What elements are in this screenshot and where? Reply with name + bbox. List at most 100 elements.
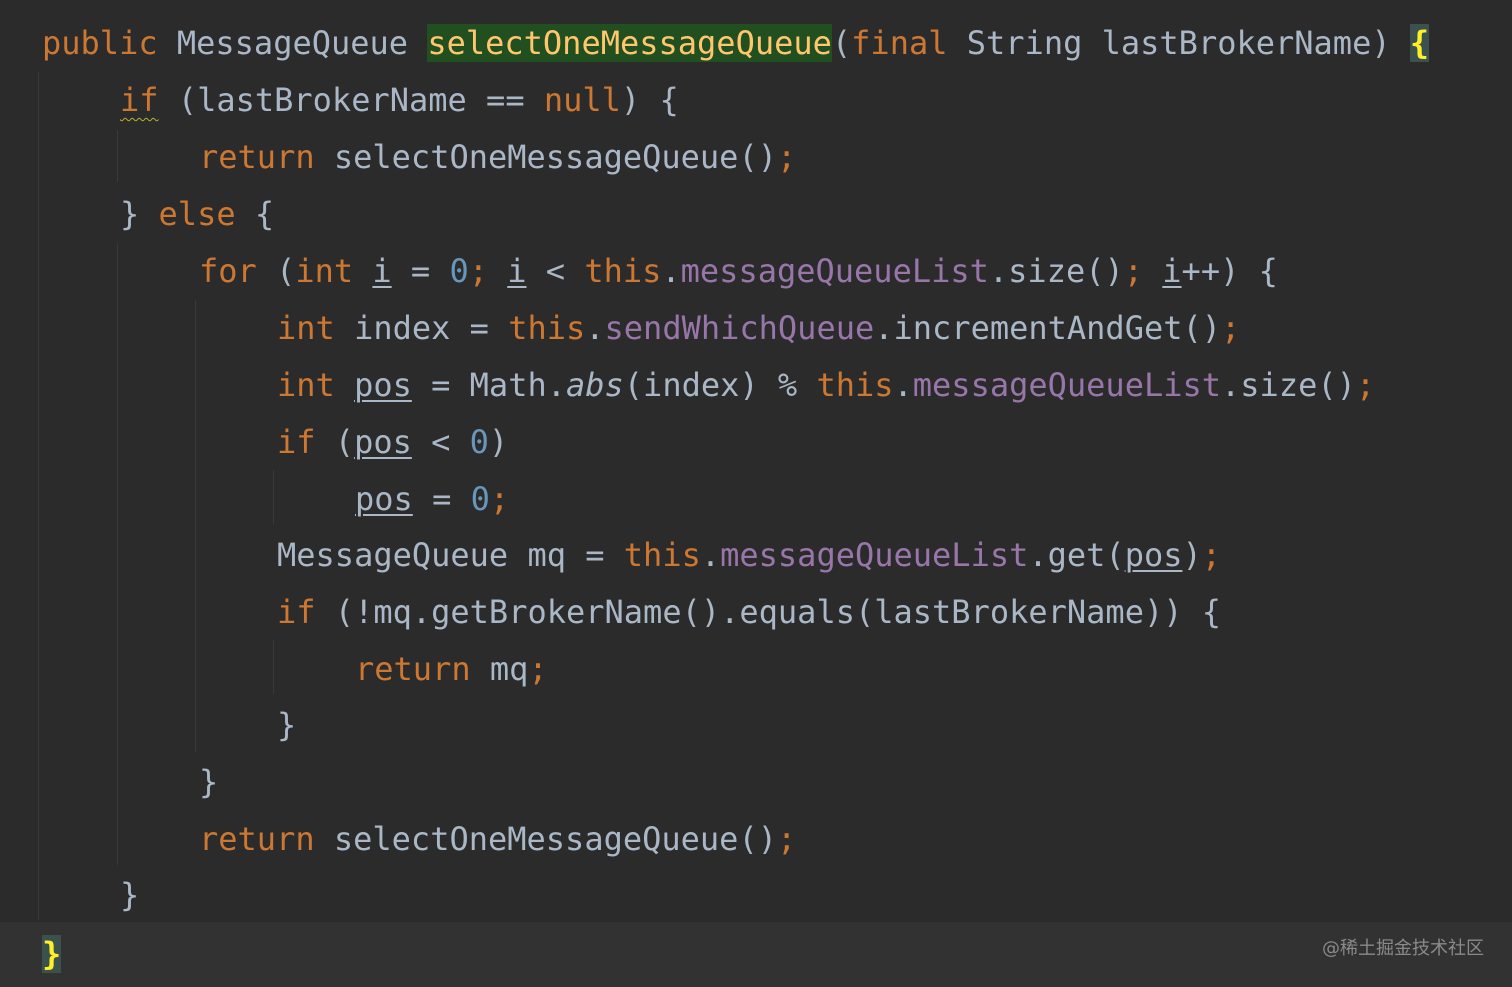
operator: = — [410, 252, 431, 290]
variable: pos — [355, 480, 413, 518]
punctuation: ; — [1123, 252, 1144, 290]
punctuation: ( — [623, 366, 644, 404]
punctuation: . — [1028, 536, 1048, 574]
punctuation: ) — [1163, 593, 1183, 631]
variable: i — [1162, 252, 1182, 290]
punctuation: . — [546, 366, 566, 404]
punctuation: } — [120, 195, 140, 233]
variable: i — [507, 252, 527, 290]
punctuation: ( — [334, 593, 355, 631]
keyword: if — [120, 81, 159, 119]
keyword: if — [277, 423, 316, 461]
static-method-call: abs — [565, 366, 624, 404]
punctuation: () — [1182, 309, 1222, 347]
field: messageQueueList — [912, 366, 1222, 404]
method-call: getBrokerName — [431, 593, 682, 631]
variable: pos — [354, 423, 412, 461]
punctuation: ; — [489, 480, 510, 518]
variable: pos — [354, 366, 412, 404]
keyword: return — [199, 820, 315, 858]
method-call: size — [1240, 366, 1318, 404]
variable: i — [372, 252, 392, 290]
keyword: else — [158, 195, 236, 233]
code-line[interactable]: MessageQueue mq = this.messageQueueList.… — [0, 527, 1512, 584]
punctuation: ) — [1143, 593, 1164, 631]
operator: == — [486, 81, 525, 119]
punctuation: { — [659, 81, 679, 119]
code-editor[interactable]: public MessageQueue selectOneMessageQueu… — [0, 0, 1512, 987]
punctuation: ( — [276, 252, 296, 290]
punctuation: ( — [854, 593, 875, 631]
punctuation: } — [199, 763, 219, 801]
punctuation: { — [1258, 252, 1278, 290]
method-call: size — [1008, 252, 1086, 290]
operator: < — [545, 252, 566, 290]
type-name: String — [966, 24, 1083, 62]
punctuation: () — [1317, 366, 1356, 404]
code-line[interactable]: return mq; — [0, 641, 1512, 698]
punctuation: { — [254, 195, 275, 233]
punctuation: ; — [1355, 366, 1376, 404]
keyword: return — [199, 138, 315, 176]
code-line[interactable]: int pos = Math.abs(index) % this.message… — [0, 357, 1512, 414]
method-declaration[interactable]: selectOneMessageQueue — [427, 24, 832, 62]
type-name: MessageQueue — [277, 536, 509, 574]
punctuation: () — [738, 138, 777, 176]
watermark: @稀土掘金技术社区 — [1322, 938, 1484, 959]
code-line[interactable]: for (int i = 0; i < this.messageQueueLis… — [0, 243, 1512, 300]
number: 0 — [469, 423, 489, 461]
keyword: null — [543, 81, 621, 119]
punctuation: ) — [1371, 24, 1391, 62]
keyword: this — [816, 366, 894, 404]
keyword: final — [851, 24, 948, 62]
punctuation: ; — [528, 650, 548, 688]
code-line[interactable]: } — [0, 697, 1512, 754]
variable: mq — [489, 650, 529, 688]
keyword: int — [277, 309, 335, 347]
code-line[interactable]: int index = this.sendWhichQueue.incremen… — [0, 300, 1512, 357]
punctuation: . — [988, 252, 1009, 290]
method-call: equals — [739, 593, 855, 631]
punctuation: ) — [488, 423, 509, 461]
code-line[interactable]: if (lastBrokerName == null) { — [0, 72, 1512, 129]
operator: ++ — [1181, 252, 1221, 290]
punctuation: ) — [1220, 252, 1240, 290]
punctuation: ) — [739, 366, 759, 404]
operator: % — [777, 366, 798, 404]
punctuation: ; — [776, 820, 797, 858]
code-line[interactable]: pos = 0; — [0, 471, 1512, 528]
code-line[interactable]: } — [0, 754, 1512, 811]
method-call: get — [1047, 536, 1106, 574]
punctuation: } — [277, 706, 297, 744]
operator: = — [585, 536, 605, 574]
keyword: int — [295, 252, 354, 290]
code-line[interactable]: return selectOneMessageQueue(); — [0, 129, 1512, 186]
keyword: for — [199, 252, 257, 290]
code-line[interactable]: } — [0, 867, 1512, 924]
operator: = — [432, 480, 452, 518]
keyword: return — [355, 650, 471, 688]
keyword: if — [277, 593, 316, 631]
code-line[interactable]: public MessageQueue selectOneMessageQueu… — [0, 15, 1512, 72]
variable: pos — [1124, 536, 1183, 574]
operator: ! — [354, 593, 374, 631]
punctuation: { — [1201, 593, 1222, 631]
identifier: lastBrokerName — [197, 81, 467, 119]
punctuation: . — [585, 309, 605, 347]
code-line[interactable]: return selectOneMessageQueue(); — [0, 811, 1512, 868]
punctuation: ; — [776, 138, 797, 176]
punctuation: ( — [334, 423, 355, 461]
variable: mq — [527, 536, 566, 574]
code-line[interactable]: } else { — [0, 186, 1512, 243]
type-name: Math — [469, 366, 547, 404]
code-line-current[interactable]: } — [0, 922, 1512, 987]
code-line[interactable]: if (pos < 0) — [0, 414, 1512, 471]
method-call: incrementAndGet — [893, 309, 1183, 347]
matched-brace: } — [42, 935, 62, 973]
punctuation: ( — [1105, 536, 1125, 574]
field: messageQueueList — [720, 536, 1029, 574]
punctuation: . — [700, 536, 721, 574]
code-line[interactable]: if (!mq.getBrokerName().equals(lastBroke… — [0, 584, 1512, 641]
type-name: MessageQueue — [176, 24, 409, 62]
punctuation: . — [893, 366, 913, 404]
